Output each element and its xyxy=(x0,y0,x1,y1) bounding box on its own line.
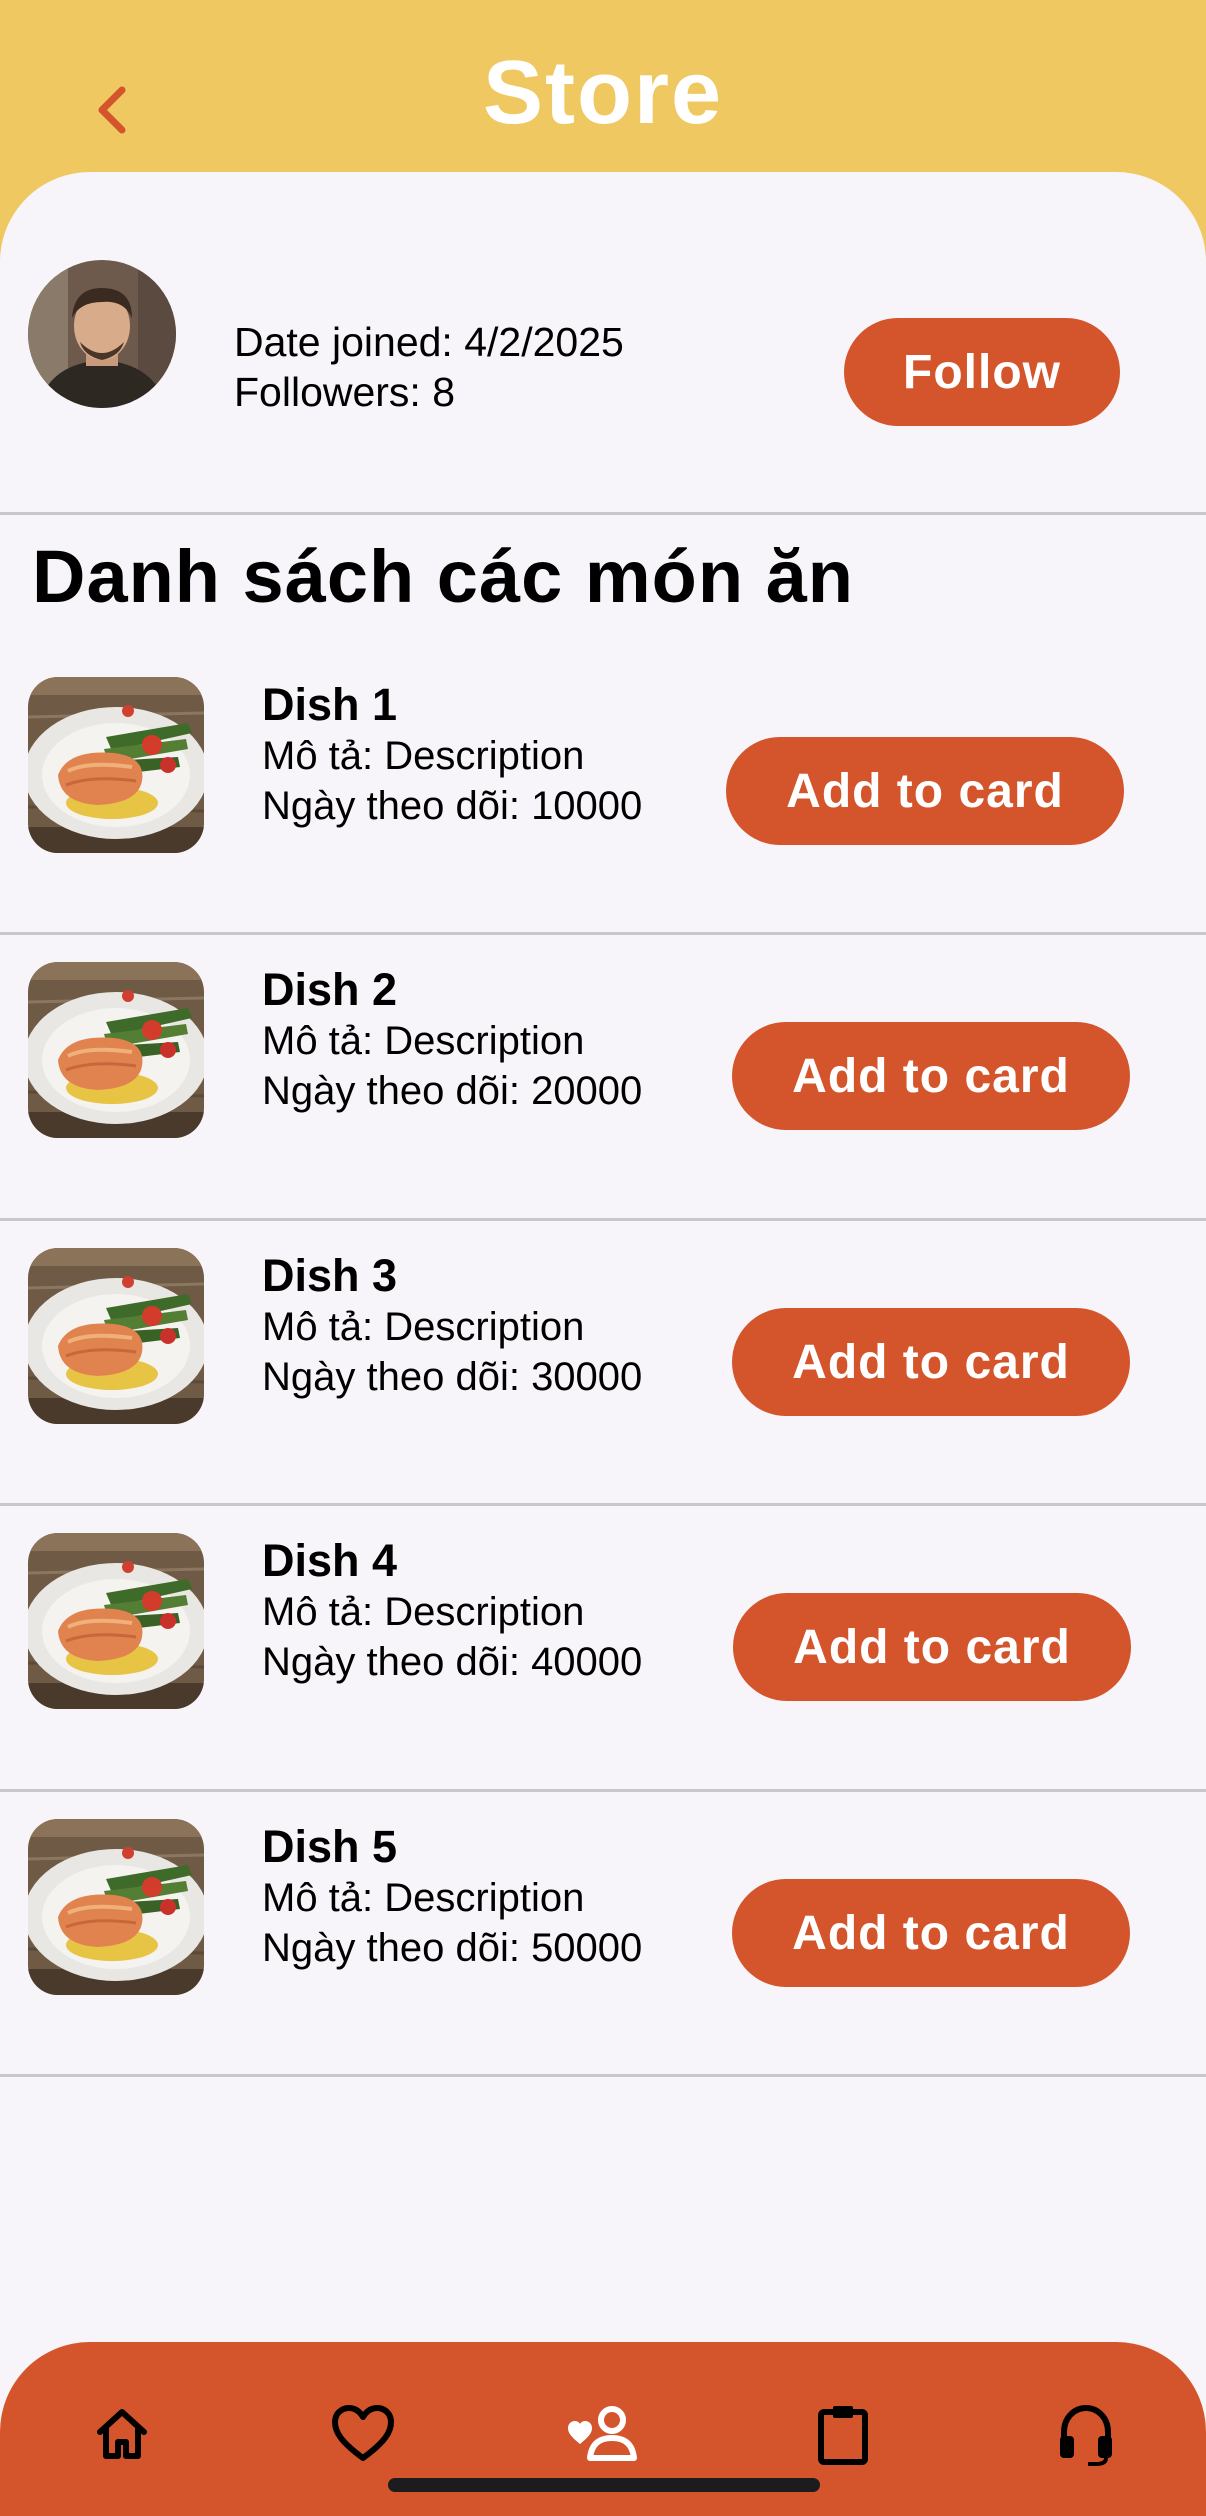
dish-description: Mô tả: Description xyxy=(262,1590,585,1634)
dish-description: Mô tả: Description xyxy=(262,1019,585,1063)
clipboard-icon xyxy=(818,2406,868,2465)
followers-count: Followers: 8 xyxy=(234,369,456,415)
divider xyxy=(0,1789,1206,1792)
dish-image xyxy=(28,677,204,853)
dish-image xyxy=(28,1533,204,1709)
divider xyxy=(0,2074,1206,2077)
dish-description: Mô tả: Description xyxy=(262,1876,585,1920)
dish-follow-date: Ngày theo dõi: 20000 xyxy=(262,1069,643,1113)
follow-button[interactable]: Follow xyxy=(844,318,1120,426)
dish-follow-date: Ngày theo dõi: 40000 xyxy=(262,1640,643,1684)
heart-icon xyxy=(332,2405,394,2461)
headphones-icon xyxy=(1060,2404,1112,2466)
divider xyxy=(0,1218,1206,1221)
dish-image xyxy=(28,1248,204,1424)
avatar[interactable] xyxy=(28,260,176,408)
divider xyxy=(0,512,1206,515)
dish-follow-date: Ngày theo dõi: 10000 xyxy=(262,784,643,828)
date-joined: Date joined: 4/2/2025 xyxy=(234,319,624,365)
dish-name: Dish 3 xyxy=(262,1250,398,1301)
content-sheet: Date joined: 4/2/2025 Followers: 8 Follo… xyxy=(0,172,1206,2516)
section-title: Danh sách các món ăn xyxy=(32,535,854,618)
store-profile: Date joined: 4/2/2025 Followers: 8 Follo… xyxy=(0,172,1206,512)
list-item: Dish 2 Mô tả: Description Ngày theo dõi:… xyxy=(0,962,1206,1247)
nav-favorites[interactable] xyxy=(323,2394,403,2474)
divider xyxy=(0,932,1206,935)
header: Store xyxy=(0,0,1206,190)
dish-name: Dish 1 xyxy=(262,679,398,730)
dish-follow-date: Ngày theo dõi: 50000 xyxy=(262,1926,643,1970)
list-item: Dish 5 Mô tả: Description Ngày theo dõi:… xyxy=(0,1819,1206,2104)
nav-support[interactable] xyxy=(1046,2394,1126,2474)
dish-image xyxy=(28,1819,204,1995)
dish-follow-date: Ngày theo dõi: 30000 xyxy=(262,1355,643,1399)
home-indicator xyxy=(388,2478,820,2492)
add-to-card-button[interactable]: Add to card xyxy=(732,1022,1130,1130)
dish-name: Dish 2 xyxy=(262,964,398,1015)
follow-user-icon xyxy=(568,2406,637,2461)
dish-image xyxy=(28,962,204,1138)
dish-description: Mô tả: Description xyxy=(262,1305,585,1349)
list-item: Dish 4 Mô tả: Description Ngày theo dõi:… xyxy=(0,1533,1206,1818)
add-to-card-button[interactable]: Add to card xyxy=(732,1879,1130,1987)
add-to-card-button[interactable]: Add to card xyxy=(726,737,1124,845)
list-item: Dish 3 Mô tả: Description Ngày theo dõi:… xyxy=(0,1248,1206,1533)
nav-home[interactable] xyxy=(82,2394,162,2474)
dish-name: Dish 5 xyxy=(262,1821,398,1872)
home-icon xyxy=(97,2409,147,2459)
profile-info: Date joined: 4/2/2025 Followers: 8 xyxy=(234,317,624,417)
list-item: Dish 1 Mô tả: Description Ngày theo dõi:… xyxy=(0,677,1206,962)
nav-following[interactable] xyxy=(564,2394,644,2474)
dish-name: Dish 4 xyxy=(262,1535,398,1586)
nav-orders[interactable] xyxy=(803,2394,883,2474)
divider xyxy=(0,1503,1206,1506)
page-title: Store xyxy=(482,43,724,143)
add-to-card-button[interactable]: Add to card xyxy=(732,1308,1130,1416)
dish-description: Mô tả: Description xyxy=(262,734,585,778)
add-to-card-button[interactable]: Add to card xyxy=(733,1593,1131,1701)
